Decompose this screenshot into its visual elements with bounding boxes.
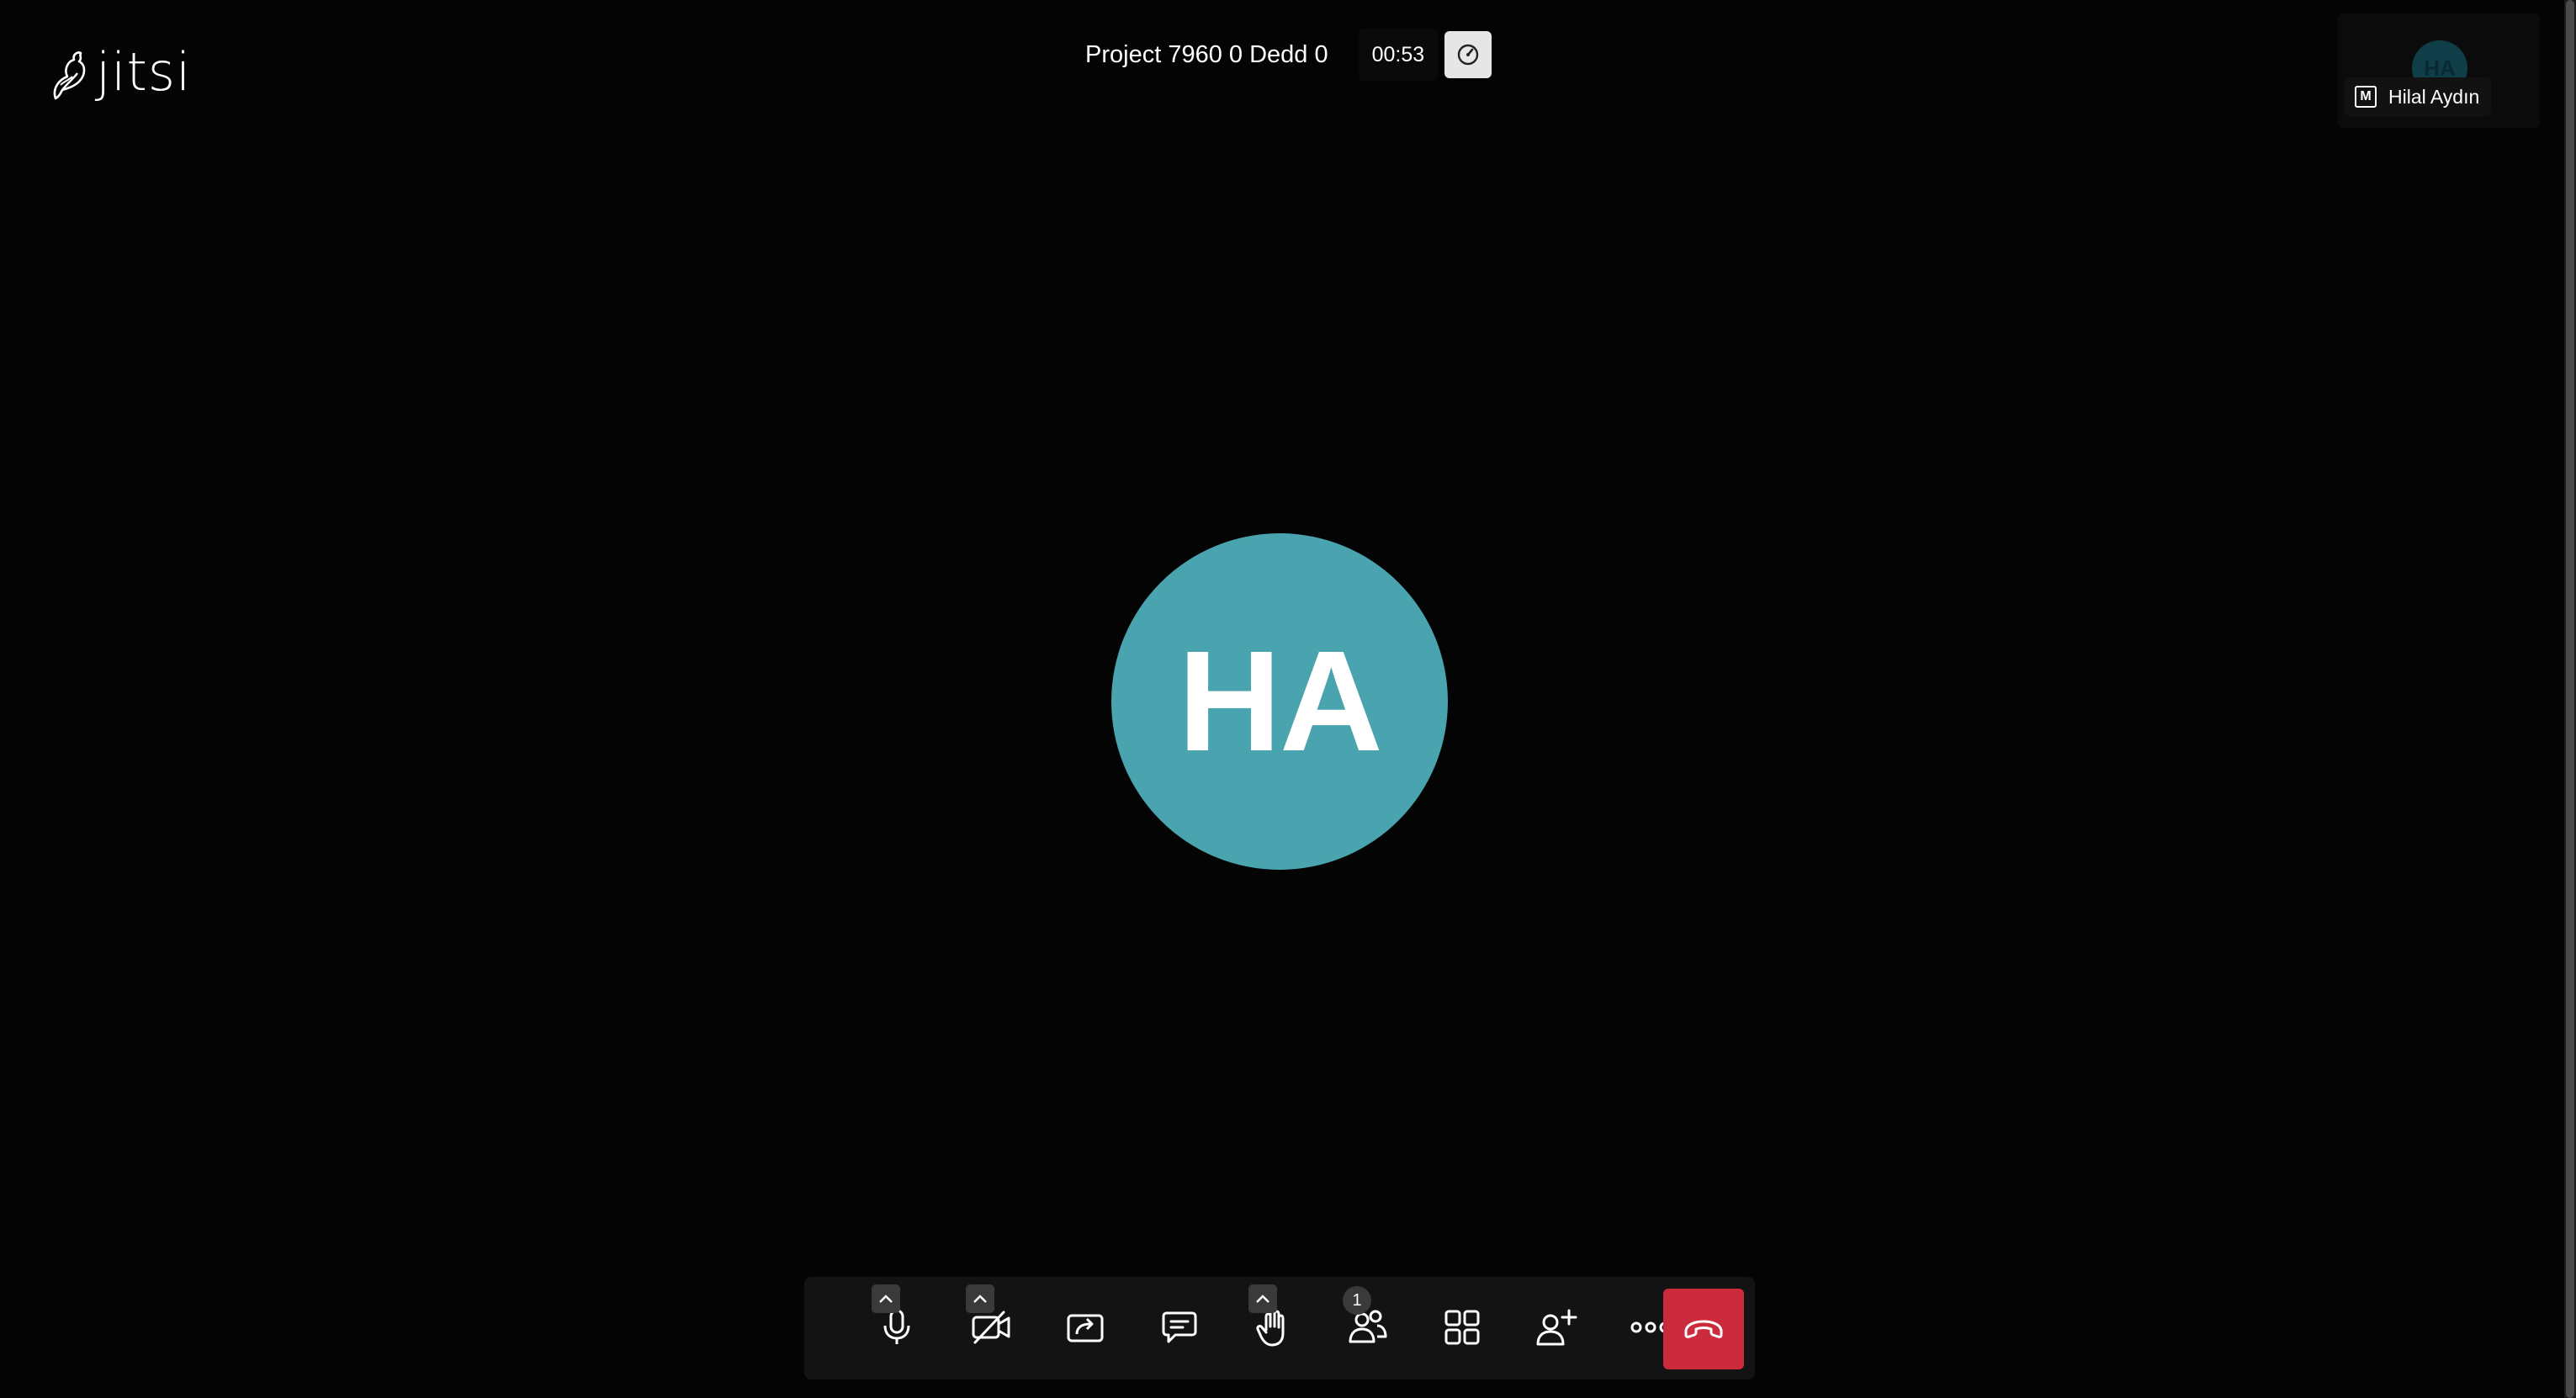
participants-count-badge: 1: [1343, 1286, 1371, 1315]
conference-stage: jitsi Project 7960 0 Dedd 0 00:53 HA M H…: [0, 0, 2576, 1398]
hangup-icon: [1684, 1320, 1723, 1338]
add-person-icon: [1536, 1309, 1577, 1346]
invite-people-button[interactable]: [1516, 1287, 1597, 1368]
chat-icon: [1162, 1311, 1197, 1343]
tile-view-button[interactable]: [1422, 1287, 1503, 1368]
camera-off-icon: [972, 1311, 1010, 1344]
participant-display-name: Hilal Aydın: [2388, 85, 2480, 108]
thumbnail-name-label: M Hilal Aydın: [2345, 77, 2492, 116]
camera-options-button[interactable]: [966, 1284, 994, 1313]
reactions-options-button[interactable]: [1248, 1284, 1277, 1313]
tile-view-icon: [1444, 1310, 1480, 1345]
performance-settings-button[interactable]: [1444, 31, 1492, 78]
gauge-icon: [1457, 44, 1479, 66]
main-participant-avatar: HA: [1111, 533, 1448, 870]
microphone-icon: [883, 1309, 910, 1344]
chevron-up-icon: [1256, 1295, 1269, 1303]
jitsi-logo[interactable]: jitsi: [49, 44, 191, 108]
moderator-icon: M: [2355, 86, 2377, 108]
chevron-up-icon: [973, 1295, 987, 1303]
scrollbar-thumb[interactable]: [2566, 0, 2574, 1398]
vertical-scrollbar[interactable]: [2564, 0, 2576, 1398]
leave-meeting-button[interactable]: [1663, 1289, 1744, 1369]
conference-info-bar: Project 7960 0 Dedd 0 00:53: [1058, 29, 1492, 81]
jitsi-bird-icon: [53, 51, 86, 100]
logo-text: jitsi: [96, 41, 192, 103]
conference-subject: Project 7960 0 Dedd 0: [1058, 29, 1355, 81]
share-screen-button[interactable]: [1045, 1287, 1126, 1368]
participant-thumbnail[interactable]: HA M Hilal Aydın: [2338, 13, 2540, 128]
conference-timer: 00:53: [1358, 29, 1439, 81]
microphone-options-button[interactable]: [872, 1284, 900, 1313]
meeting-toolbar: 1: [804, 1277, 1755, 1379]
share-screen-icon: [1067, 1314, 1104, 1342]
chat-button[interactable]: [1139, 1287, 1220, 1368]
chevron-up-icon: [879, 1295, 893, 1303]
